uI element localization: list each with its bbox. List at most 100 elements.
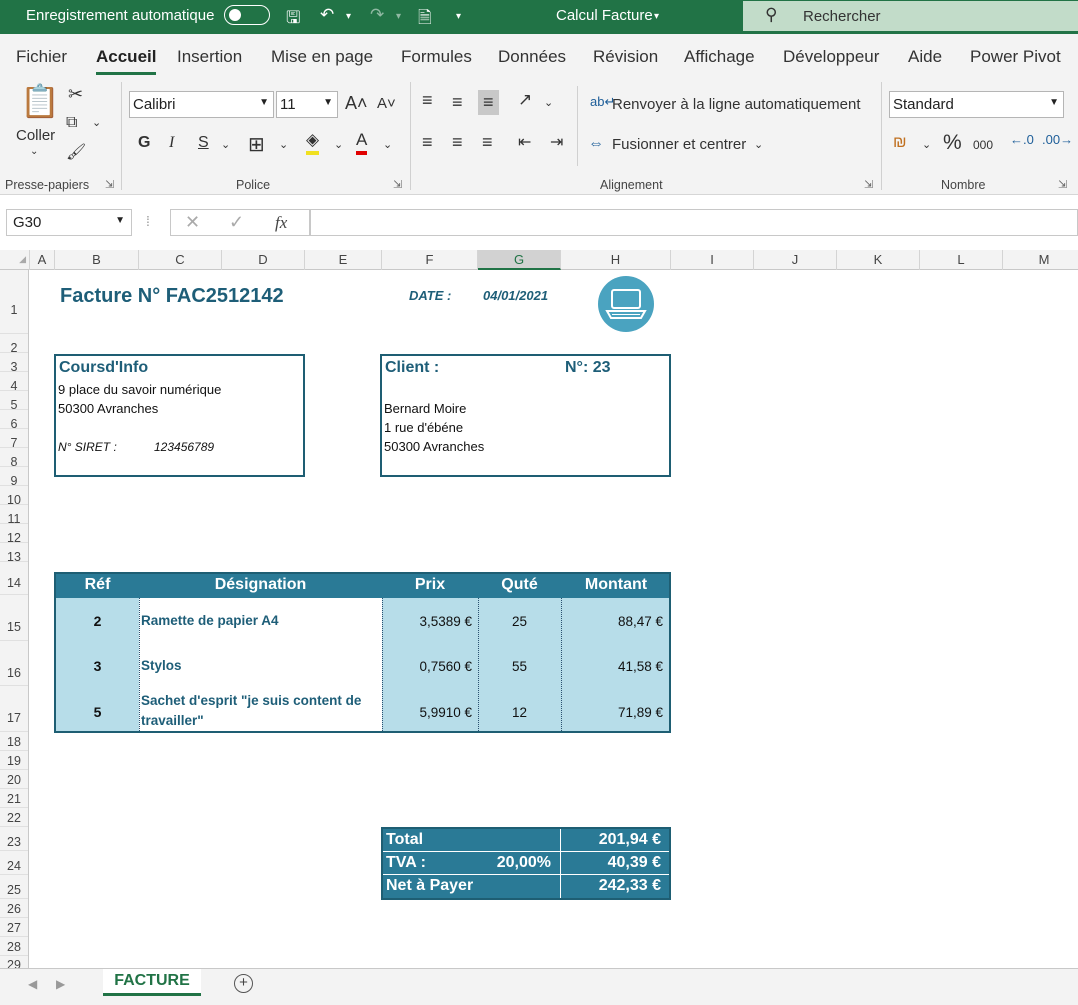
underline-button[interactable]: S	[198, 134, 209, 152]
row-header[interactable]: 23	[0, 827, 28, 851]
orientation-dropdown-icon[interactable]: ⌄	[544, 96, 553, 109]
print-preview-icon[interactable]: 🗎	[418, 5, 432, 34]
row-header[interactable]: 1	[0, 270, 28, 334]
borders-icon[interactable]: ⊞	[248, 132, 265, 157]
column-header[interactable]: F	[382, 250, 478, 270]
row-header[interactable]: 16	[0, 641, 28, 686]
column-header[interactable]: E	[305, 250, 382, 270]
wrap-text-button[interactable]: Renvoyer à la ligne automatiquement	[612, 96, 860, 113]
row-header[interactable]: 12	[0, 524, 28, 545]
worksheet[interactable]: Facture N° FAC2512142 DATE : 04/01/2021 …	[30, 270, 1078, 968]
font-color-dropdown-icon[interactable]: ⌄	[383, 138, 392, 151]
merge-dropdown-icon[interactable]: ⌄	[754, 138, 763, 151]
tab-accueil[interactable]: Accueil	[96, 47, 157, 75]
tab-fichier[interactable]: Fichier	[16, 47, 67, 67]
column-header[interactable]: L	[920, 250, 1003, 270]
column-header[interactable]: J	[754, 250, 837, 270]
column-header[interactable]: C	[139, 250, 222, 270]
row-header[interactable]: 22	[0, 808, 28, 827]
align-top-icon[interactable]: ≡	[422, 90, 433, 111]
previous-sheet-icon[interactable]: ◀	[28, 977, 37, 991]
customize-toolbar-icon[interactable]: ▾	[456, 11, 461, 22]
alignment-launcher-icon[interactable]: ⇲	[864, 178, 873, 191]
bold-button[interactable]: G	[138, 134, 150, 152]
row-header[interactable]: 4	[0, 372, 28, 393]
row-header[interactable]: 5	[0, 391, 28, 412]
column-header[interactable]: I	[671, 250, 754, 270]
sheet-tab-facture[interactable]: FACTURE	[103, 969, 201, 996]
paste-dropdown-icon[interactable]: ⌄	[30, 146, 38, 157]
decrease-decimal-icon[interactable]: .00→	[1042, 132, 1073, 147]
undo-icon[interactable]: ↶	[320, 5, 334, 25]
percent-icon[interactable]: %	[943, 131, 962, 155]
tab-insertion[interactable]: Insertion	[177, 47, 242, 67]
tab-power-pivot[interactable]: Power Pivot	[970, 47, 1061, 67]
row-header[interactable]: 7	[0, 429, 28, 450]
tab-developpeur[interactable]: Développeur	[783, 47, 879, 67]
redo-dropdown-icon[interactable]: ▾	[396, 11, 401, 22]
row-header[interactable]: 26	[0, 899, 28, 918]
borders-dropdown-icon[interactable]: ⌄	[279, 138, 288, 151]
row-header[interactable]: 29	[0, 956, 28, 968]
decrease-indent-icon[interactable]: ⇤	[518, 132, 531, 152]
add-sheet-icon[interactable]: +	[234, 974, 253, 993]
copy-dropdown-icon[interactable]: ⌄	[92, 116, 101, 129]
font-launcher-icon[interactable]: ⇲	[393, 178, 402, 191]
font-size-select[interactable]: 11 ▼	[276, 91, 338, 118]
row-header[interactable]: 15	[0, 595, 28, 641]
cut-icon[interactable]: ✂	[68, 84, 83, 105]
column-header-selected[interactable]: G	[478, 250, 561, 270]
format-painter-icon[interactable]: 🖌	[66, 142, 86, 162]
row-header[interactable]: 24	[0, 851, 28, 875]
insert-function-icon[interactable]: fx	[275, 213, 287, 233]
tab-aide[interactable]: Aide	[908, 47, 942, 67]
row-header[interactable]: 8	[0, 448, 28, 469]
row-header[interactable]: 14	[0, 562, 28, 595]
column-header[interactable]: K	[837, 250, 920, 270]
align-middle-icon[interactable]: ≡	[452, 92, 463, 113]
align-center-icon[interactable]: ≡	[452, 132, 463, 153]
row-header[interactable]: 9	[0, 467, 28, 488]
tab-affichage[interactable]: Affichage	[684, 47, 755, 67]
font-color-icon[interactable]: A	[356, 130, 368, 155]
row-header[interactable]: 18	[0, 732, 28, 751]
row-header[interactable]: 2	[0, 334, 28, 355]
clipboard-icon[interactable]: 📋	[20, 82, 60, 120]
formula-input[interactable]	[310, 209, 1078, 236]
cancel-icon[interactable]: ✕	[185, 212, 200, 233]
underline-dropdown-icon[interactable]: ⌄	[221, 138, 230, 151]
number-format-select[interactable]: Standard ▼	[889, 91, 1064, 118]
fill-dropdown-icon[interactable]: ⌄	[334, 138, 343, 151]
save-icon[interactable]: 🖫	[286, 5, 300, 34]
document-title[interactable]: Calcul Facture	[556, 7, 653, 24]
copy-icon[interactable]: ⧉	[66, 114, 77, 132]
increase-indent-icon[interactable]: ⇥	[550, 132, 563, 152]
select-all-corner[interactable]: ◢	[0, 250, 30, 270]
font-name-select[interactable]: Calibri ▼	[129, 91, 274, 118]
row-header[interactable]: 19	[0, 751, 28, 770]
row-header[interactable]: 13	[0, 543, 28, 564]
autosave-toggle[interactable]	[224, 5, 270, 25]
next-sheet-icon[interactable]: ▶	[56, 977, 65, 991]
currency-dropdown-icon[interactable]: ⌄	[922, 138, 931, 151]
column-header[interactable]: D	[222, 250, 305, 270]
row-header[interactable]: 17	[0, 686, 28, 732]
column-header[interactable]: A	[30, 250, 55, 270]
title-dropdown-icon[interactable]: ▾	[654, 11, 659, 22]
row-header[interactable]: 10	[0, 486, 28, 507]
drag-handle-icon[interactable]: ⁞	[146, 213, 150, 229]
increase-font-icon[interactable]: A˄	[345, 93, 368, 114]
column-header[interactable]: B	[55, 250, 139, 270]
row-header[interactable]: 11	[0, 505, 28, 526]
orientation-icon[interactable]: ↗	[518, 90, 532, 110]
align-left-icon[interactable]: ≡	[422, 132, 433, 153]
align-bottom-icon[interactable]: ≡	[478, 90, 499, 115]
column-header[interactable]: H	[561, 250, 671, 270]
confirm-icon[interactable]: ✓	[229, 212, 244, 233]
merge-center-button[interactable]: Fusionner et centrer	[612, 136, 746, 153]
tab-donnees[interactable]: Données	[498, 47, 566, 67]
number-launcher-icon[interactable]: ⇲	[1058, 178, 1067, 191]
currency-format-icon[interactable]: ₪	[893, 134, 907, 152]
row-header[interactable]: 6	[0, 410, 28, 431]
search-box[interactable]: ⚲ Rechercher	[743, 1, 1078, 31]
